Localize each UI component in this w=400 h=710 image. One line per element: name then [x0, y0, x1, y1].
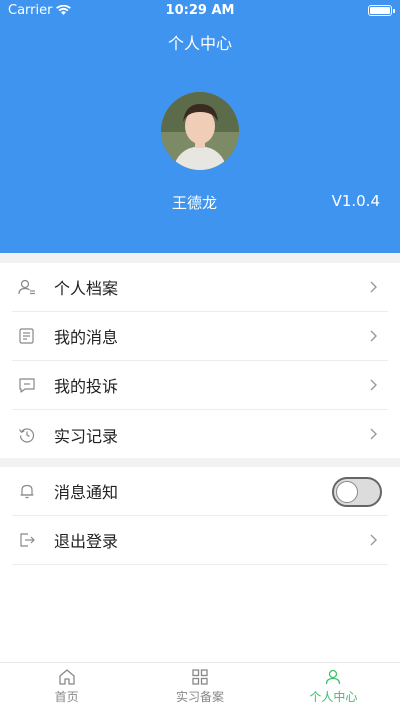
- tab-personal-center[interactable]: 个人中心: [267, 663, 400, 710]
- person-icon: [326, 669, 341, 685]
- notifications-toggle[interactable]: [332, 477, 382, 507]
- tab-label: 实习备案: [175, 690, 224, 704]
- page-title: 个人中心: [167, 34, 232, 53]
- chevron-right-icon: [364, 376, 382, 394]
- status-time: 10:29 AM: [165, 3, 235, 18]
- profile-header: 个人中心 王德龙 V1.0.4: [0, 0, 400, 253]
- chat-bubble-icon: [18, 376, 36, 394]
- tab-label: 个人中心: [309, 690, 358, 704]
- menu-item-internship-records[interactable]: 实习记录: [12, 410, 388, 459]
- chevron-right-icon: [364, 327, 382, 345]
- chevron-right-icon: [364, 531, 382, 549]
- chevron-right-icon: [364, 278, 382, 296]
- menu-item-label: 实习记录: [54, 426, 119, 446]
- menu-item-label: 消息通知: [54, 483, 119, 502]
- user-name: 王德龙: [172, 194, 218, 212]
- menu-item-profile[interactable]: 个人档案: [12, 263, 388, 312]
- menu-item-label: 我的投诉: [54, 377, 119, 396]
- grid-icon: [192, 669, 208, 685]
- menu-item-logout[interactable]: 退出登录: [12, 516, 388, 565]
- menu-item-complaints[interactable]: 我的投诉: [12, 361, 388, 410]
- status-bar: Carrier 10:29 AM: [0, 0, 400, 22]
- chevron-right-icon: [364, 425, 382, 443]
- avatar[interactable]: [161, 92, 239, 170]
- toggle-knob: [336, 481, 358, 503]
- menu-group-secondary: 消息通知 退出登录: [0, 467, 400, 662]
- menu-item-messages[interactable]: 我的消息: [12, 312, 388, 361]
- person-card-icon: [18, 278, 36, 296]
- avatar-image: [161, 92, 239, 170]
- home-icon: [59, 669, 75, 685]
- menu-item-notifications: 消息通知: [12, 467, 388, 516]
- message-list-icon: [18, 327, 36, 345]
- tab-bar: 首页 实习备案 个人中心: [0, 662, 400, 710]
- tab-home[interactable]: 首页: [0, 663, 133, 710]
- tab-internship-filing[interactable]: 实习备案: [133, 663, 266, 710]
- version-label: V1.0.4: [331, 192, 380, 210]
- menu-item-label: 退出登录: [54, 532, 119, 551]
- menu-item-label: 个人档案: [54, 279, 119, 298]
- history-clock-icon: [18, 426, 36, 444]
- bell-icon: [18, 482, 36, 500]
- menu-item-label: 我的消息: [54, 328, 119, 347]
- logout-icon: [18, 531, 36, 549]
- battery-icon: [368, 5, 395, 16]
- menu-group-primary: 个人档案 我的消息 我的投诉 实习记录: [0, 263, 400, 458]
- tab-label: 首页: [54, 690, 79, 704]
